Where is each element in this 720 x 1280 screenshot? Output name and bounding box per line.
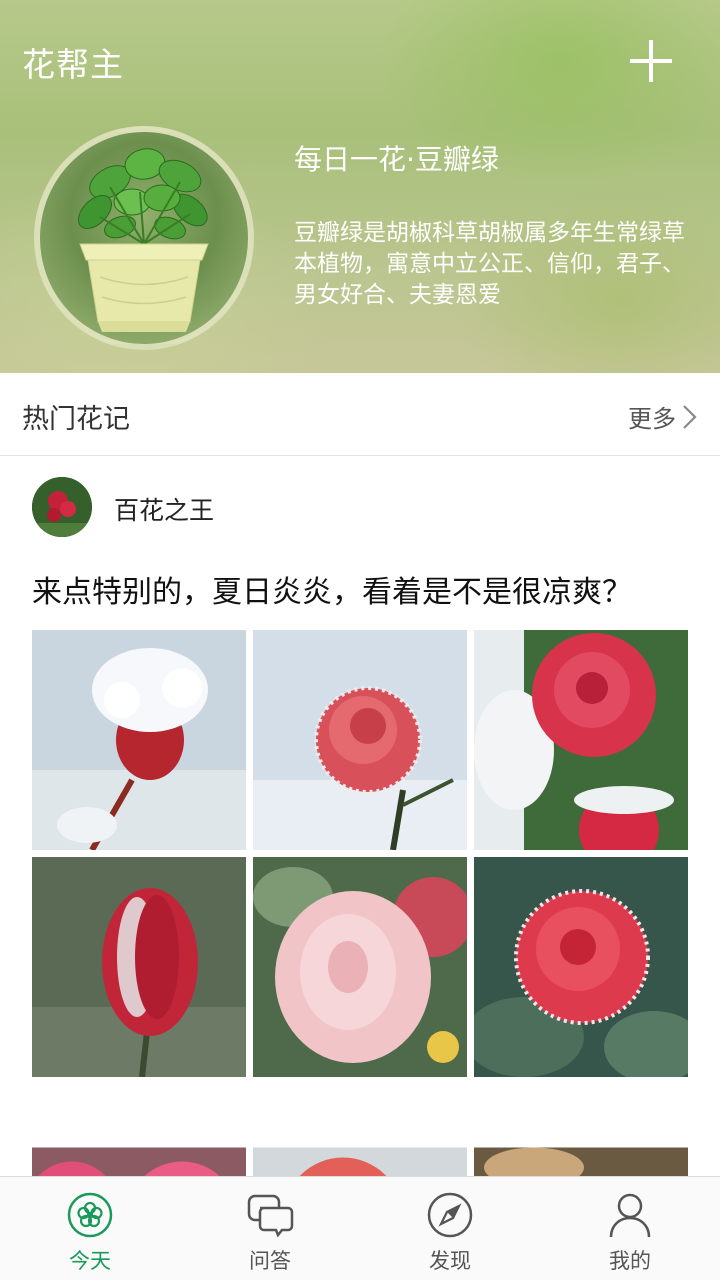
more-label: 更多 [628, 405, 676, 433]
tab-label: 问答 [249, 1249, 291, 1273]
author-name[interactable]: 百花之王 [114, 491, 214, 527]
post-image[interactable] [474, 857, 688, 1077]
plus-icon [630, 40, 672, 82]
bottom-tab-bar: 今天 问答 发现 我的 [0, 1176, 720, 1280]
post-image[interactable] [32, 857, 246, 1077]
tab-today[interactable]: 今天 [0, 1177, 180, 1280]
daily-flower-title: 每日一花·豆瓣绿 [294, 143, 499, 176]
tab-qa[interactable]: 问答 [180, 1177, 360, 1280]
post-text: 来点特别的，夏日炎炎，看着是不是很凉爽？ [32, 575, 632, 610]
tab-label: 今天 [69, 1249, 111, 1273]
post-image[interactable] [253, 857, 467, 1077]
hot-notes-header: 热门花记 更多 [0, 373, 720, 456]
tab-label: 发现 [429, 1249, 471, 1273]
tab-mine[interactable]: 我的 [540, 1177, 720, 1280]
tab-label: 我的 [609, 1249, 651, 1273]
post-image[interactable] [253, 630, 467, 850]
daily-flower-banner[interactable]: 花帮主 每日一花·豆瓣绿 豆瓣绿是胡椒科草胡椒属多年生常绿草本植物，寓意中立公正… [0, 0, 720, 373]
chevron-right-icon [683, 404, 697, 429]
person-icon [609, 1193, 651, 1238]
daily-flower-image[interactable] [34, 126, 254, 350]
flower-icon [67, 1192, 113, 1238]
post-image[interactable] [253, 1084, 467, 1177]
post-image[interactable] [474, 630, 688, 850]
post-card[interactable]: 百花之王 来点特别的，夏日炎炎，看着是不是很凉爽？ [0, 457, 720, 1177]
compass-icon [427, 1192, 473, 1238]
chat-bubbles-icon [247, 1194, 294, 1238]
post-image[interactable] [32, 630, 246, 850]
tab-discover[interactable]: 发现 [360, 1177, 540, 1280]
add-button[interactable] [624, 34, 678, 88]
app-title: 花帮主 [22, 45, 124, 84]
more-link[interactable]: 更多 [628, 399, 698, 434]
post-image[interactable] [474, 1084, 688, 1177]
daily-flower-description: 豆瓣绿是胡椒科草胡椒属多年生常绿草本植物，寓意中立公正、信仰，君子、男女好合、夫… [294, 220, 685, 308]
post-image[interactable] [32, 1084, 246, 1177]
section-title: 热门花记 [22, 404, 130, 435]
avatar[interactable] [32, 477, 92, 537]
